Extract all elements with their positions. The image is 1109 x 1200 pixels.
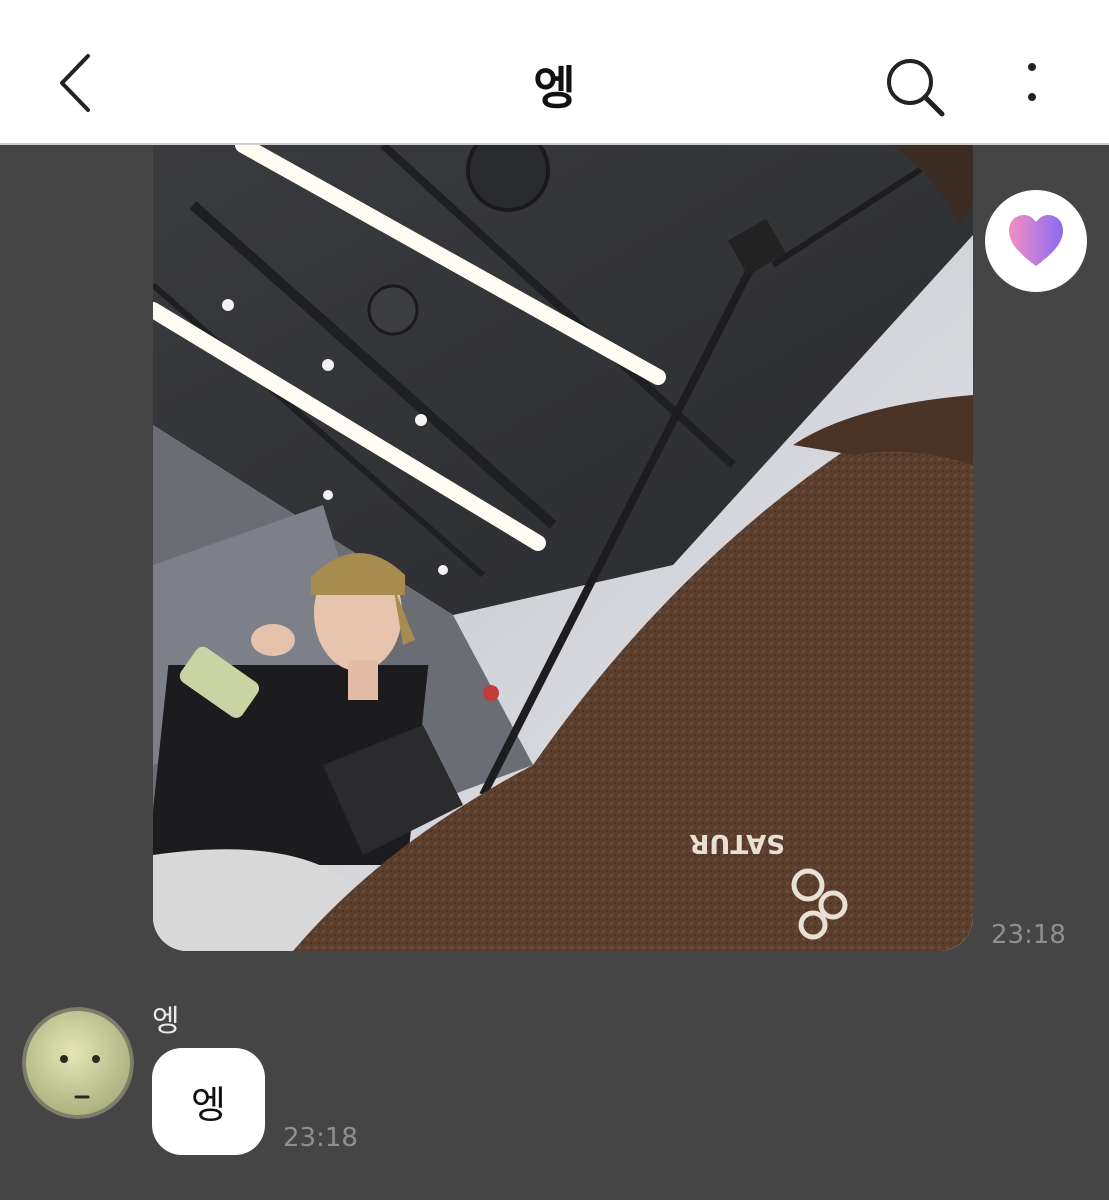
message-time: 23:18 — [283, 1123, 358, 1153]
reaction-button[interactable] — [985, 190, 1087, 292]
message-bubble[interactable]: 엥 — [152, 1048, 265, 1155]
chat-header: 엥 — [0, 0, 1109, 145]
search-icon — [887, 59, 945, 117]
photo-image: SATUR — [153, 145, 973, 951]
more-vertical-icon — [1028, 63, 1036, 101]
more-options-button[interactable] — [1012, 55, 1052, 115]
avatar-face-icon — [22, 1007, 134, 1119]
message-time: 23:18 — [991, 920, 1066, 950]
heart-reaction-icon — [1009, 215, 1063, 266]
sender-name: 엥 — [152, 1004, 180, 1039]
chat-screen: 엥 SATUR 23:18 엥 엥 23:18 — [0, 0, 1109, 1200]
sweater-logo-text: SATUR — [689, 828, 785, 858]
avatar[interactable] — [22, 1007, 134, 1119]
search-button[interactable] — [880, 52, 950, 122]
message-text: 엥 — [191, 1083, 226, 1127]
photo-message[interactable]: SATUR — [153, 145, 973, 951]
